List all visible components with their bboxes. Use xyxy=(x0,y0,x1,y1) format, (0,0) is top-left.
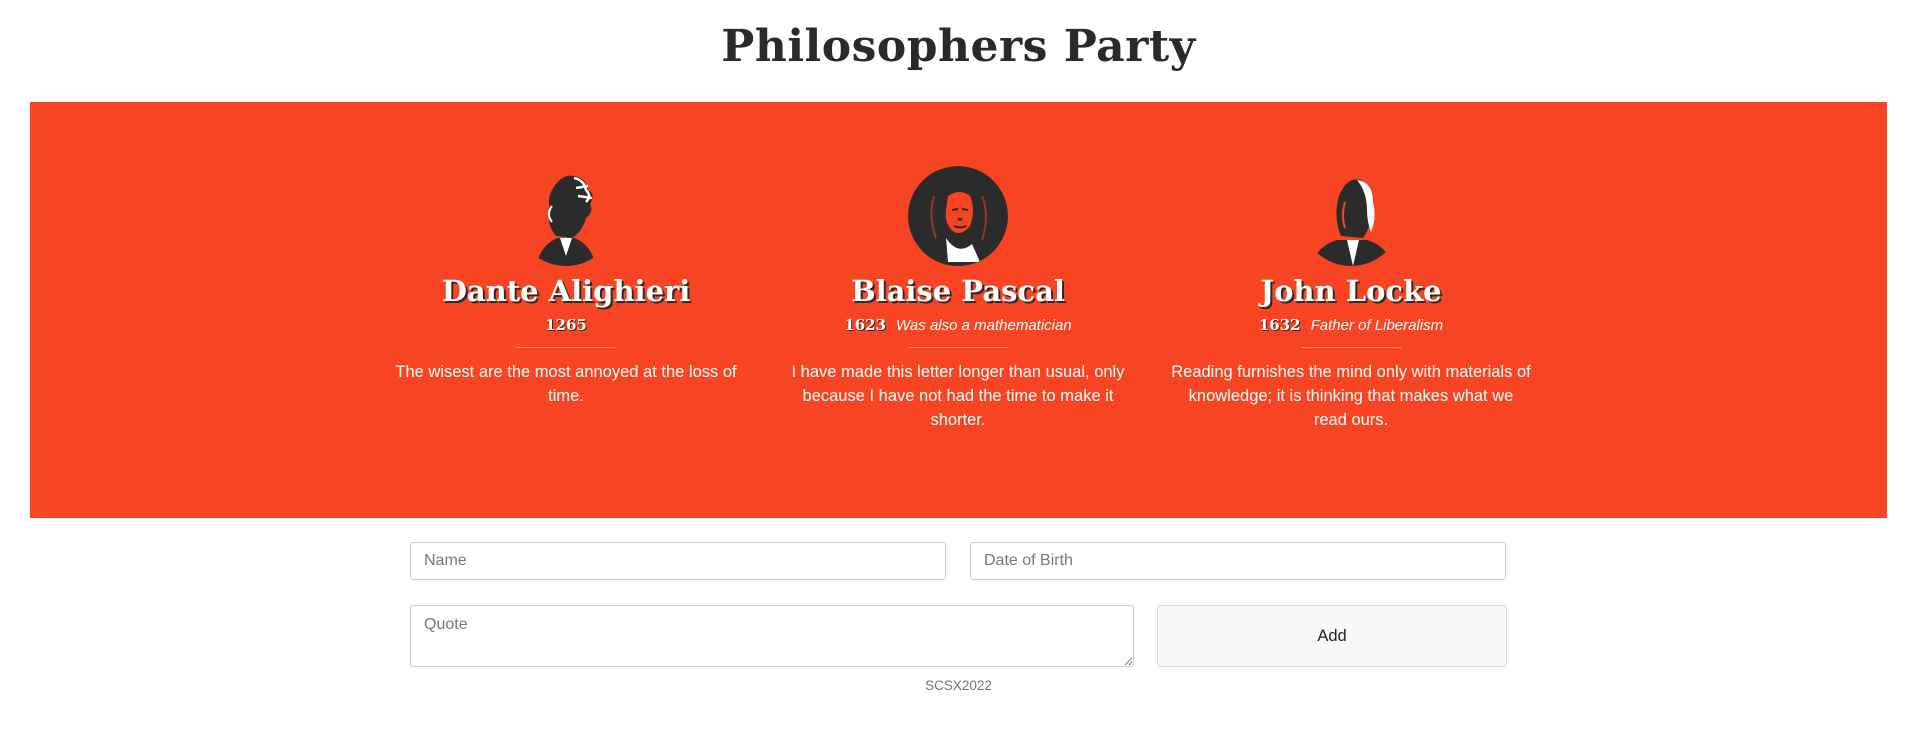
card-divider xyxy=(908,347,1008,348)
philosopher-name: John Locke xyxy=(1260,274,1442,308)
philosopher-quote: The wisest are the most annoyed at the l… xyxy=(395,363,737,405)
philosopher-year: 1632 xyxy=(1258,316,1301,334)
philosopher-name: Blaise Pascal xyxy=(851,274,1065,308)
date-of-birth-input[interactable] xyxy=(970,542,1506,580)
philosopher-note: Was also a mathematician xyxy=(896,317,1072,334)
quote-textarea[interactable] xyxy=(410,605,1134,667)
footer-text: SCSX2022 xyxy=(925,678,992,693)
locke-portrait-icon xyxy=(1301,166,1401,266)
page-title: Philosophers Party xyxy=(721,21,1196,72)
add-button[interactable]: Add xyxy=(1157,605,1507,667)
card-divider xyxy=(516,347,616,348)
philosopher-meta: 1623 Was also a mathematician xyxy=(772,314,1144,337)
philosopher-card-dante: Dante Alighieri 1265 The wisest are the … xyxy=(380,166,752,408)
philosopher-card-pascal: Blaise Pascal 1623 Was also a mathematici… xyxy=(772,166,1144,432)
philosopher-meta: 1265 xyxy=(380,314,752,337)
card-divider xyxy=(1301,347,1401,348)
philosopher-card-locke: John Locke 1632 Father of Liberalism Read… xyxy=(1165,166,1537,432)
philosopher-name: Dante Alighieri xyxy=(441,274,691,308)
philosophers-banner: Dante Alighieri 1265 The wisest are the … xyxy=(30,102,1887,518)
philosopher-note: Father of Liberalism xyxy=(1310,317,1444,334)
philosopher-meta: 1632 Father of Liberalism xyxy=(1165,314,1537,337)
pascal-portrait-icon xyxy=(908,166,1008,266)
name-input[interactable] xyxy=(410,542,946,580)
dante-portrait-icon xyxy=(516,166,616,266)
philosopher-year: 1623 xyxy=(844,316,887,334)
philosopher-quote: Reading furnishes the mind only with mat… xyxy=(1171,363,1531,429)
philosopher-year: 1265 xyxy=(545,316,587,334)
philosopher-quote: I have made this letter longer than usua… xyxy=(791,363,1125,429)
